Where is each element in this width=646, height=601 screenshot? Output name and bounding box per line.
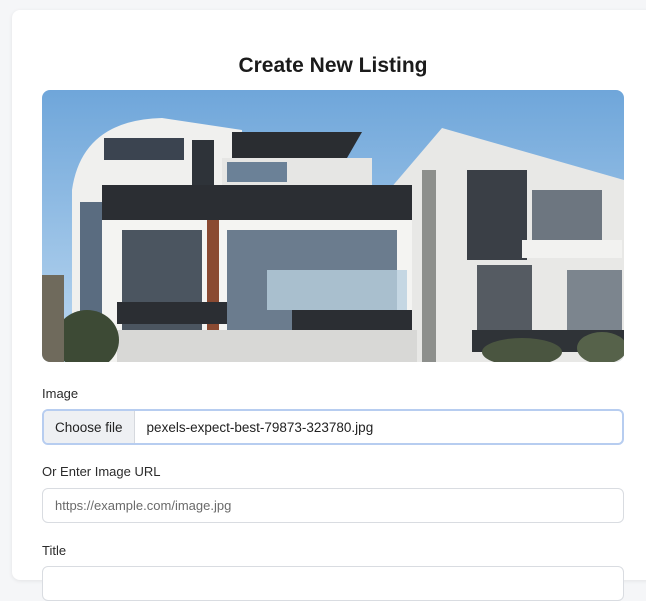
page-title: Create New Listing [238,54,428,77]
title-label: Title [42,543,67,558]
choose-file-button[interactable]: Choose file [44,411,135,443]
listing-form-card: Create New Listing Image Choose file pex… [12,10,646,601]
image-file-input[interactable]: Choose file pexels-expect-best-79873-323… [42,409,624,445]
selected-file-name: pexels-expect-best-79873-323780.jpg [146,419,374,435]
image-preview [42,90,624,362]
image-url-input[interactable] [42,488,624,523]
title-input[interactable] [42,566,624,601]
image-url-label: Or Enter Image URL [42,464,161,479]
image-label: Image [42,386,79,401]
